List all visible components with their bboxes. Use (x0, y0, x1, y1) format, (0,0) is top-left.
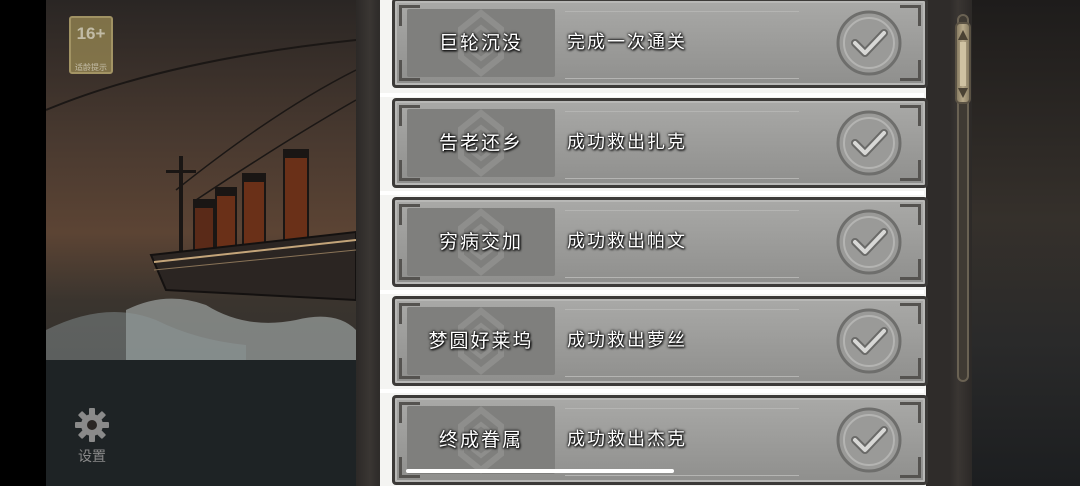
left-edge (0, 0, 46, 486)
card-corner (900, 204, 921, 225)
card-corner (900, 160, 921, 181)
card-corner (900, 457, 921, 478)
checkmark-icon (836, 10, 902, 76)
background-scene-right (972, 0, 1080, 486)
scroll-arrows-icon (958, 30, 968, 98)
settings-button[interactable]: 设置 (70, 404, 114, 466)
card-separator (380, 389, 924, 393)
card-corner (900, 259, 921, 280)
checkmark-icon (836, 110, 902, 176)
achievement-description: 完成一次通关 (567, 32, 687, 53)
card-corner (900, 358, 921, 379)
card-corner (900, 5, 921, 26)
checkmark-icon (836, 308, 902, 374)
checkmark-icon (836, 209, 902, 275)
age-rating-number: 16+ (76, 24, 106, 43)
achievement-card[interactable]: 告老还乡 成功救出扎克 (392, 98, 928, 188)
age-rating-badge[interactable]: 16+ 适龄提示 (69, 16, 113, 74)
gear-icon (75, 408, 109, 442)
achievement-title-box: 穷病交加 (407, 208, 555, 276)
achievement-title-box: 终成眷属 (407, 406, 555, 474)
achievement-title: 告老还乡 (438, 132, 523, 154)
achievement-title: 梦圆好莱坞 (428, 330, 534, 352)
card-corner (900, 402, 921, 423)
card-separator (380, 93, 924, 97)
achievement-title: 终成眷属 (438, 429, 523, 451)
achievement-description: 成功救出帕文 (567, 231, 687, 252)
card-separator (380, 290, 924, 294)
achievement-card[interactable]: 巨轮沉没 完成一次通关 (392, 0, 928, 88)
achievement-title-box: 告老还乡 (407, 109, 555, 177)
achievement-description: 成功救出扎克 (567, 132, 687, 153)
checkmark-icon (836, 407, 902, 473)
achievement-description: 成功救出杰克 (567, 429, 687, 450)
achievement-description: 成功救出萝丝 (567, 330, 687, 351)
settings-label: 设置 (78, 449, 106, 465)
card-corner (900, 60, 921, 81)
card-corner (900, 105, 921, 126)
age-rating-caption: 适龄提示 (75, 63, 107, 72)
achievement-title-box: 巨轮沉没 (407, 9, 555, 77)
card-separator (380, 191, 924, 195)
achievement-title: 穷病交加 (438, 231, 523, 253)
card-corner (900, 303, 921, 324)
achievement-card[interactable]: 穷病交加 成功救出帕文 (392, 197, 928, 287)
home-indicator (406, 469, 674, 473)
achievement-card[interactable]: 梦圆好莱坞 成功救出萝丝 (392, 296, 928, 386)
scrollbar-thumb[interactable] (955, 22, 971, 104)
achievement-title: 巨轮沉没 (438, 32, 523, 54)
achievement-title-box: 梦圆好莱坞 (407, 307, 555, 375)
